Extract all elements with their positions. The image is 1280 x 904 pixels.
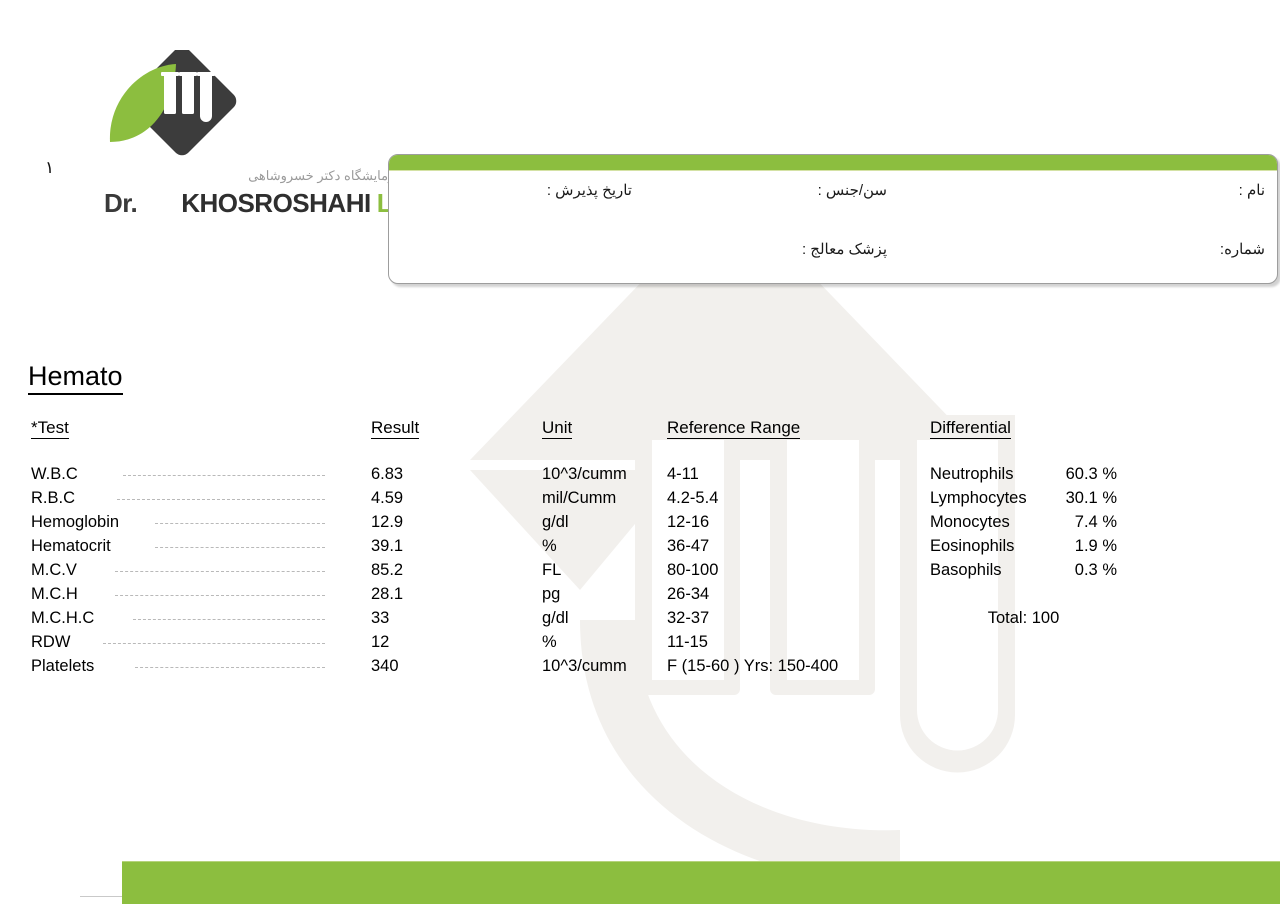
column-header-reference-range: Reference Range — [667, 418, 801, 439]
cell-reference-range: 4-11 — [667, 465, 699, 483]
cell-reference-range: 32-37 — [667, 609, 710, 627]
differential-total: Total: 100 — [987, 609, 1060, 627]
column-header-unit: Unit — [542, 418, 573, 439]
cell-result: 12.9 — [371, 513, 404, 531]
leader-line — [135, 667, 325, 668]
cell-test: M.C.V — [31, 561, 77, 579]
cell-result: 28.1 — [371, 585, 404, 603]
differential-value: 0.3 % — [1074, 561, 1117, 579]
logo-wordmark-name: KHOSROSHAHI — [181, 188, 371, 218]
cell-result: 340 — [371, 657, 399, 675]
cell-result: 12 — [371, 633, 390, 651]
cell-unit: % — [542, 633, 557, 651]
leader-line — [115, 595, 325, 596]
cell-reference-range: 12-16 — [667, 513, 710, 531]
leader-line — [115, 571, 325, 572]
cell-test: Hemoglobin — [31, 513, 120, 531]
cell-unit: pg — [542, 585, 561, 603]
logo-wordmark: Dr.KHOSROSHAHILAB — [104, 188, 429, 219]
page-number: ۱ — [45, 158, 55, 177]
cell-reference-range: 36-47 — [667, 537, 710, 555]
footer-edge-line — [80, 896, 124, 897]
cell-result: 33 — [371, 609, 390, 627]
column-header-result: Result — [371, 418, 420, 439]
cell-test: W.B.C — [31, 465, 78, 483]
footer-green-bar — [122, 861, 1280, 904]
differential-name: Monocytes — [930, 513, 1010, 531]
patient-age-sex-label: سن/جنس : — [817, 182, 887, 199]
cell-unit: % — [542, 537, 557, 555]
cell-result: 39.1 — [371, 537, 404, 555]
cell-unit: g/dl — [542, 513, 569, 531]
differential-value: 60.3 % — [1065, 465, 1117, 483]
differential-name: Lymphocytes — [930, 489, 1027, 507]
section-title-hemato: Hemato — [28, 361, 123, 395]
column-header-differential: Differential — [930, 418, 1011, 439]
cell-result: 4.59 — [371, 489, 404, 507]
patient-name-label: نام : — [1238, 182, 1265, 199]
logo-watermark — [470, 190, 1015, 881]
patient-box-green-bar — [389, 155, 1277, 171]
differential-value: 30.1 % — [1065, 489, 1117, 507]
lab-logo: آزمایشگاه دکتر خسروشاهی Dr.KHOSROSHAHILA… — [98, 50, 429, 218]
logo-persian-name: آزمایشگاه دکتر خسروشاهی — [248, 168, 398, 183]
patient-info-box: نام : سن/جنس : تاریخ پذیرش : شماره: پزشک… — [388, 154, 1278, 284]
leader-line — [117, 499, 325, 500]
leader-line — [103, 643, 325, 644]
lab-diamond-testtubes-leaf-logo-icon — [109, 50, 237, 156]
cell-reference-range: 80-100 — [667, 561, 719, 579]
cell-result: 6.83 — [371, 465, 404, 483]
cell-reference-range: F (15-60 ) Yrs: 150-400 — [667, 657, 839, 675]
column-header-test: *Test — [31, 418, 69, 439]
patient-physician-label: پزشک معالج : — [801, 241, 887, 258]
cell-test: Platelets — [31, 657, 95, 675]
differential-name: Neutrophils — [930, 465, 1014, 483]
cell-reference-range: 26-34 — [667, 585, 710, 603]
patient-number-label: شماره: — [1219, 241, 1265, 258]
cell-reference-range: 11-15 — [667, 633, 708, 651]
differential-name: Eosinophils — [930, 537, 1015, 555]
patient-admission-date-label: تاریخ پذیرش : — [546, 182, 632, 199]
cell-unit: g/dl — [542, 609, 569, 627]
cell-unit: mil/Cumm — [542, 489, 617, 507]
cell-unit: 10^3/cumm — [542, 465, 627, 483]
cell-reference-range: 4.2-5.4 — [667, 489, 719, 507]
cell-test: R.B.C — [31, 489, 76, 507]
cell-unit: FL — [542, 561, 562, 579]
leader-line — [123, 475, 325, 476]
logo-wordmark-prefix: Dr. — [104, 188, 138, 218]
cell-result: 85.2 — [371, 561, 404, 579]
leader-line — [155, 523, 325, 524]
differential-value: 7.4 % — [1074, 513, 1117, 531]
leader-line — [155, 547, 325, 548]
cell-test: RDW — [31, 633, 71, 651]
leader-line — [133, 619, 325, 620]
cell-test: Hematocrit — [31, 537, 111, 555]
cell-test: M.C.H.C — [31, 609, 95, 627]
differential-value: 1.9 % — [1074, 537, 1117, 555]
differential-name: Basophils — [930, 561, 1002, 579]
cell-test: M.C.H — [31, 585, 78, 603]
cell-unit: 10^3/cumm — [542, 657, 627, 675]
